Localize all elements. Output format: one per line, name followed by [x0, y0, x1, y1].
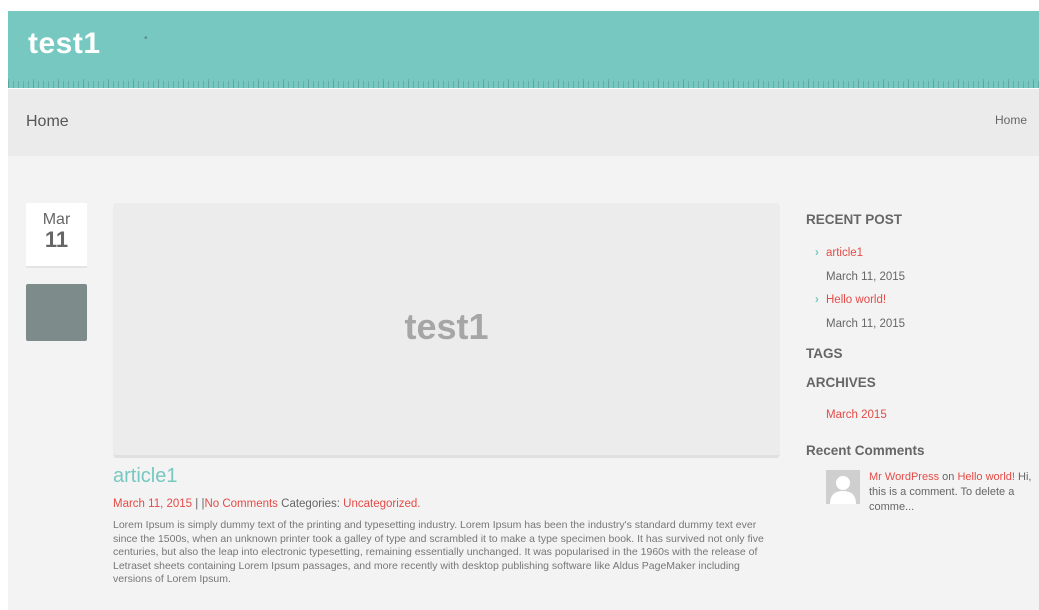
- page-title-bar: Home Home: [8, 89, 1039, 156]
- site-header: test1 •: [8, 11, 1039, 88]
- header-ruler-decoration: [8, 79, 1039, 88]
- page-title: Home: [26, 113, 69, 130]
- post-meta: March 11, 2015 | |No Comments Categories…: [113, 498, 421, 510]
- post-excerpt: Lorem Ipsum is simply dummy text of the …: [113, 519, 764, 585]
- recent-post-title: RECENT POST: [806, 212, 903, 227]
- recent-comment: Mr WordPress on Hello world! Hi, this is…: [869, 470, 1037, 515]
- chevron-right-icon: ›: [815, 247, 819, 259]
- post-date-link[interactable]: March 11, 2015: [113, 498, 192, 510]
- post-date-badge: Mar 11: [26, 203, 87, 268]
- site-title[interactable]: test1: [28, 27, 101, 61]
- tags-title: TAGS: [806, 346, 843, 361]
- recent-post-item[interactable]: › Hello world!: [815, 294, 886, 306]
- recent-post-date: March 11, 2015: [826, 271, 906, 283]
- recent-post-date: March 11, 2015: [826, 318, 906, 330]
- recent-post-link[interactable]: article1: [826, 247, 863, 259]
- recent-post-item[interactable]: › article1: [815, 247, 863, 259]
- header-dot-icon: •: [144, 33, 148, 44]
- comment-post-link[interactable]: Hello world!: [957, 471, 1014, 483]
- post-date-day: 11: [44, 227, 69, 252]
- post-title-link[interactable]: article1: [113, 465, 177, 488]
- post-format-icon: [26, 284, 87, 341]
- avatar: [826, 470, 860, 504]
- page: test1 • Home Home Mar 11 test1 article1 …: [0, 0, 1039, 610]
- archive-link[interactable]: March 2015: [826, 409, 887, 421]
- archives-title: ARCHIVES: [806, 375, 876, 390]
- comments-link[interactable]: No Comments: [204, 498, 278, 510]
- recent-post-link[interactable]: Hello world!: [826, 294, 886, 306]
- comment-author-link[interactable]: Mr WordPress: [869, 471, 939, 483]
- featured-image[interactable]: test1: [113, 203, 780, 458]
- featured-image-text: test1: [404, 306, 489, 347]
- category-link[interactable]: Uncategorized.: [343, 498, 420, 510]
- categories-label: Categories:: [281, 498, 340, 510]
- user-silhouette-icon: [826, 470, 860, 504]
- recent-comments-title: Recent Comments: [806, 443, 925, 458]
- breadcrumb-home-link[interactable]: Home: [995, 113, 1027, 127]
- chevron-right-icon: ›: [815, 294, 819, 306]
- comment-on-text: on: [942, 471, 955, 483]
